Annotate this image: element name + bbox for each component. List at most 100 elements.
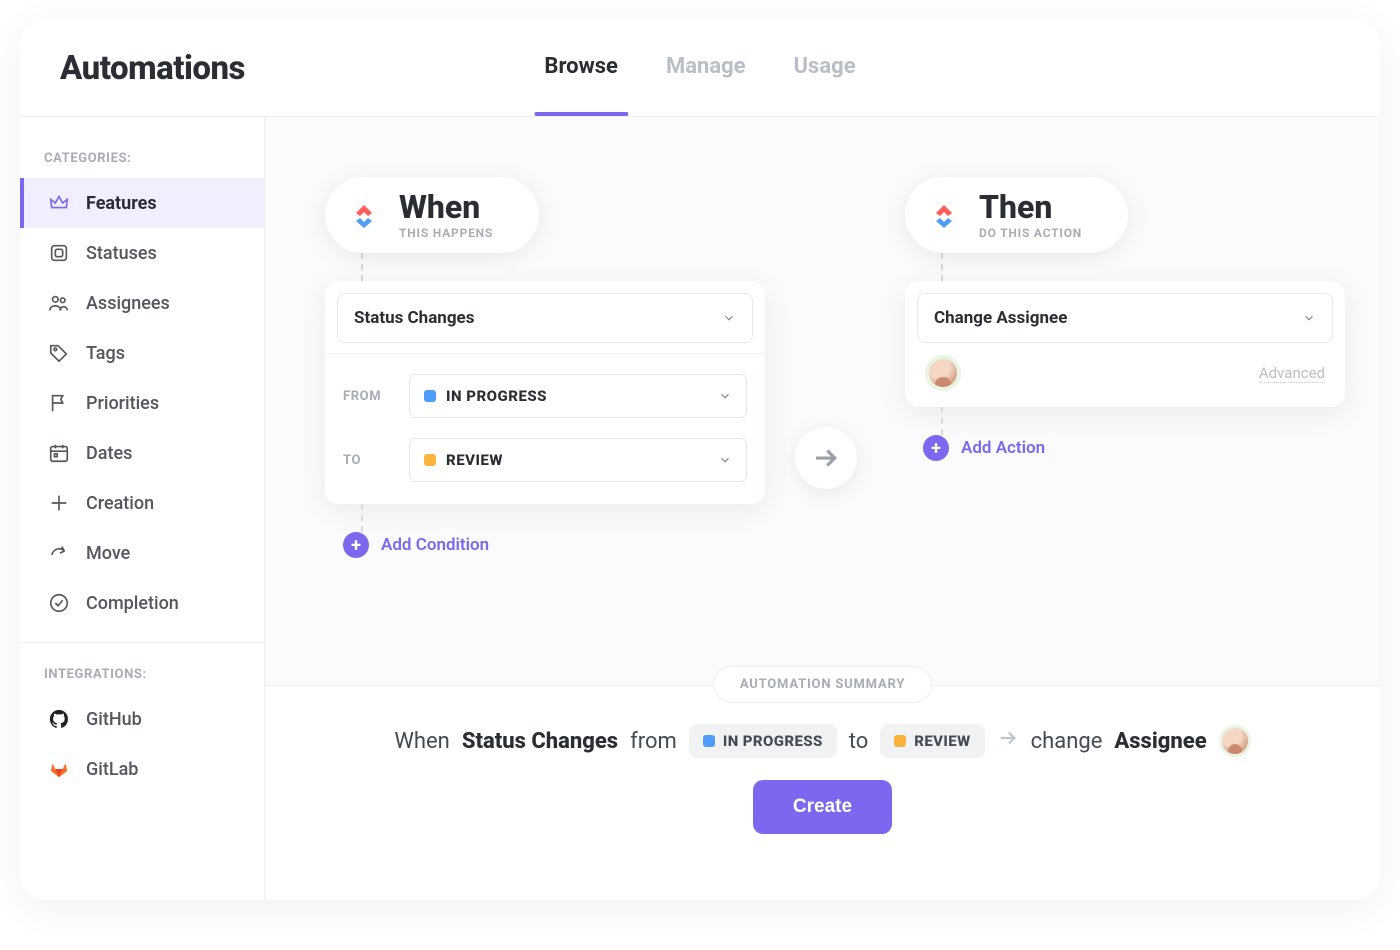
arrow-right-icon [997,727,1019,755]
calendar-icon [48,442,70,464]
summary-footer: AUTOMATION SUMMARY When Status Changes f… [265,685,1380,900]
gitlab-icon [48,758,70,780]
categories-heading: CATEGORIES: [20,141,264,178]
to-label: TO [343,453,395,468]
builder-canvas: When THIS HAPPENS Status Changes FROM [265,117,1380,685]
integrations-heading: INTEGRATIONS: [20,657,264,694]
connector [361,253,363,281]
when-title: When [399,191,493,225]
check-circle-icon [48,592,70,614]
sidebar-item-github[interactable]: GitHub [20,694,264,744]
from-status-value: IN PROGRESS [446,387,547,405]
when-subtitle: THIS HAPPENS [399,227,493,240]
summary-heading: AUTOMATION SUMMARY [713,666,932,703]
then-lane: Then DO THIS ACTION Change Assignee Adva… [905,177,1345,461]
add-condition-label: Add Condition [381,535,489,555]
plus-circle-icon: + [343,532,369,558]
assignee-avatar[interactable] [925,355,961,391]
share-icon [48,542,70,564]
sidebar-item-label: Features [86,193,157,214]
sidebar-item-label: GitHub [86,709,142,730]
sidebar-item-move[interactable]: Move [20,528,264,578]
connector [941,407,943,435]
to-status-select[interactable]: REVIEW [409,438,747,482]
summary-to: to [849,729,869,754]
status-color-dot [424,454,436,466]
action-value: Change Assignee [934,308,1067,328]
plus-icon [48,492,70,514]
sidebar-item-label: Completion [86,593,179,614]
sidebar-item-tags[interactable]: Tags [20,328,264,378]
summary-trigger: Status Changes [462,729,618,754]
from-label: FROM [343,389,395,404]
sidebar-item-statuses[interactable]: Statuses [20,228,264,278]
summary-to-chip: REVIEW [880,724,984,758]
tag-icon [48,342,70,364]
sidebar-item-label: Assignees [86,293,170,314]
arrow-right-icon [811,443,841,473]
add-condition-button[interactable]: + Add Condition [343,532,489,558]
chevron-down-icon [722,311,736,325]
summary-from: from [630,729,677,754]
sidebar-item-completion[interactable]: Completion [20,578,264,628]
flow-arrow [795,427,857,489]
summary-change: change [1031,729,1103,754]
chevron-down-icon [1302,311,1316,325]
then-card: Change Assignee Advanced [905,281,1345,407]
tab-usage[interactable]: Usage [794,20,856,116]
status-color-dot [894,735,906,747]
to-status-value: REVIEW [446,451,503,469]
summary-assignee: Assignee [1114,729,1206,754]
trigger-select[interactable]: Status Changes [337,293,753,343]
sidebar-item-gitlab[interactable]: GitLab [20,744,264,794]
then-title: Then [979,191,1082,225]
summary-from-chip: IN PROGRESS [689,724,837,758]
crown-icon [48,192,70,214]
from-status-select[interactable]: IN PROGRESS [409,374,747,418]
sidebar-item-label: Dates [86,443,132,464]
sidebar-item-label: GitLab [86,759,138,780]
then-header: Then DO THIS ACTION [905,177,1128,253]
advanced-link[interactable]: Advanced [1259,364,1325,383]
sidebar-item-label: Tags [86,343,125,364]
clickup-logo-icon [345,196,383,234]
header: Automations Browse Manage Usage [20,20,1380,117]
assignee-avatar [1219,725,1251,757]
chevron-down-icon [718,453,732,467]
clickup-logo-icon [925,196,963,234]
square-icon [48,242,70,264]
main: When THIS HAPPENS Status Changes FROM [265,117,1380,900]
add-action-button[interactable]: + Add Action [923,435,1045,461]
when-header: When THIS HAPPENS [325,177,539,253]
when-card: Status Changes FROM IN PROGRESS [325,281,765,504]
add-action-label: Add Action [961,438,1045,458]
sidebar-item-assignees[interactable]: Assignees [20,278,264,328]
sidebar-item-creation[interactable]: Creation [20,478,264,528]
flag-icon [48,392,70,414]
summary-sentence: When Status Changes from IN PROGRESS to … [265,724,1380,758]
trigger-value: Status Changes [354,308,474,328]
sidebar-item-label: Creation [86,493,154,514]
sidebar-item-label: Priorities [86,393,159,414]
create-button[interactable]: Create [753,780,892,834]
sidebar: CATEGORIES: Features Statuses Assignees … [20,117,265,900]
connector [941,253,943,281]
status-color-dot [424,390,436,402]
status-color-dot [703,735,715,747]
page-title: Automations [60,49,245,88]
tab-browse[interactable]: Browse [544,20,618,116]
summary-when: When [394,729,449,754]
connector [361,504,363,532]
tabs: Browse Manage Usage [544,20,855,116]
divider [20,642,264,643]
action-select[interactable]: Change Assignee [917,293,1333,343]
sidebar-item-dates[interactable]: Dates [20,428,264,478]
plus-circle-icon: + [923,435,949,461]
sidebar-item-label: Move [86,543,130,564]
sidebar-item-priorities[interactable]: Priorities [20,378,264,428]
github-icon [48,708,70,730]
tab-manage[interactable]: Manage [666,20,746,116]
sidebar-item-features[interactable]: Features [20,178,264,228]
sidebar-item-label: Statuses [86,243,157,264]
when-lane: When THIS HAPPENS Status Changes FROM [325,177,765,558]
